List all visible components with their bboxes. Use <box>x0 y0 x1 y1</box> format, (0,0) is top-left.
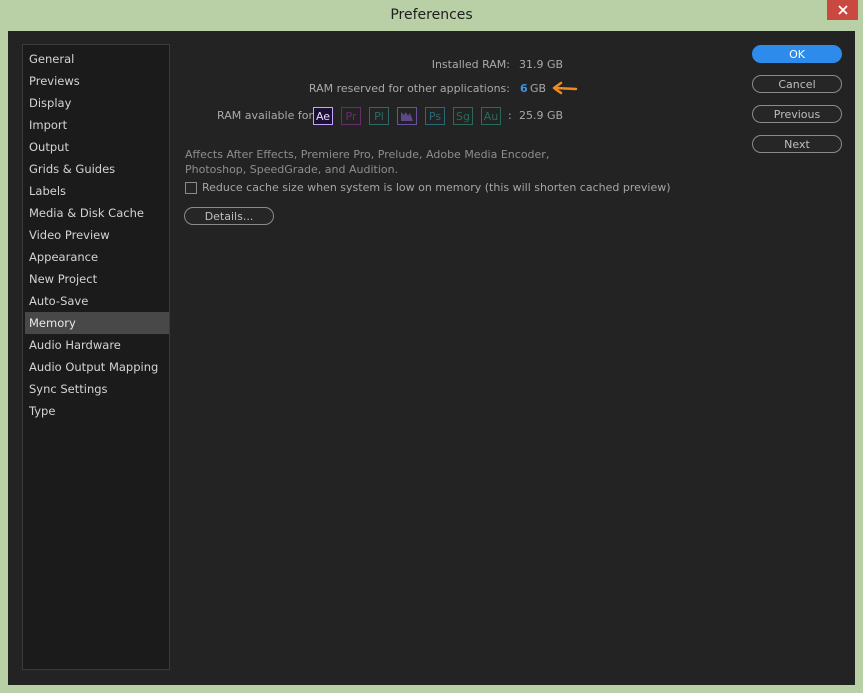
sidebar-item-media-disk-cache[interactable]: Media & Disk Cache <box>25 202 169 224</box>
sidebar-item-sync-settings[interactable]: Sync Settings <box>25 378 169 400</box>
sidebar-item-grids-guides[interactable]: Grids & Guides <box>25 158 169 180</box>
preferences-window: Preferences General Previews Display Imp… <box>0 0 863 693</box>
sidebar-item-general[interactable]: General <box>25 48 169 70</box>
after-effects-icon: Ae <box>313 107 333 125</box>
prelude-icon: Pl <box>369 107 389 125</box>
sidebar-item-output[interactable]: Output <box>25 136 169 158</box>
installed-ram-value: 31.9 GB <box>519 58 564 71</box>
annotation-arrow-icon <box>552 81 578 95</box>
previous-button[interactable]: Previous <box>752 105 842 123</box>
reserved-ram-label: RAM reserved for other applications: <box>308 82 510 95</box>
sidebar-item-import[interactable]: Import <box>25 114 169 136</box>
sidebar-item-appearance[interactable]: Appearance <box>25 246 169 268</box>
audition-icon: Au <box>481 107 501 125</box>
media-encoder-icon <box>397 107 417 125</box>
sidebar-item-display[interactable]: Display <box>25 92 169 114</box>
close-button[interactable] <box>827 0 858 20</box>
ram-available-value: 25.9 GB <box>519 109 564 122</box>
preferences-sidebar: General Previews Display Import Output G… <box>22 44 170 670</box>
sidebar-item-type[interactable]: Type <box>25 400 169 422</box>
memory-description: Affects After Effects, Premiere Pro, Pre… <box>185 148 550 176</box>
installed-ram-label: Installed RAM: <box>431 58 510 71</box>
reserved-ram-value[interactable]: 6 <box>520 82 528 95</box>
next-button[interactable]: Next <box>752 135 842 153</box>
ram-available-separator: : <box>508 109 512 122</box>
sidebar-item-audio-output-mapping[interactable]: Audio Output Mapping <box>25 356 169 378</box>
cancel-button[interactable]: Cancel <box>752 75 842 93</box>
photoshop-icon: Ps <box>425 107 445 125</box>
speedgrade-icon: Sg <box>453 107 473 125</box>
ram-available-label: RAM available for <box>217 109 313 122</box>
sidebar-item-previews[interactable]: Previews <box>25 70 169 92</box>
premiere-pro-icon: Pr <box>341 107 361 125</box>
dialog-content: General Previews Display Import Output G… <box>8 31 855 685</box>
window-title: Preferences <box>390 7 473 23</box>
details-button[interactable]: Details... <box>184 207 274 225</box>
close-icon <box>837 5 848 15</box>
sidebar-item-audio-hardware[interactable]: Audio Hardware <box>25 334 169 356</box>
reduce-cache-label[interactable]: Reduce cache size when system is low on … <box>202 181 671 194</box>
ok-button[interactable]: OK <box>752 45 842 63</box>
sidebar-item-video-preview[interactable]: Video Preview <box>25 224 169 246</box>
sidebar-item-new-project[interactable]: New Project <box>25 268 169 290</box>
sidebar-item-labels[interactable]: Labels <box>25 180 169 202</box>
reduce-cache-checkbox[interactable] <box>185 182 197 194</box>
sidebar-item-auto-save[interactable]: Auto-Save <box>25 290 169 312</box>
reserved-ram-unit: GB <box>530 82 547 95</box>
sidebar-item-memory[interactable]: Memory <box>25 312 169 334</box>
title-bar[interactable]: Preferences <box>0 0 863 30</box>
